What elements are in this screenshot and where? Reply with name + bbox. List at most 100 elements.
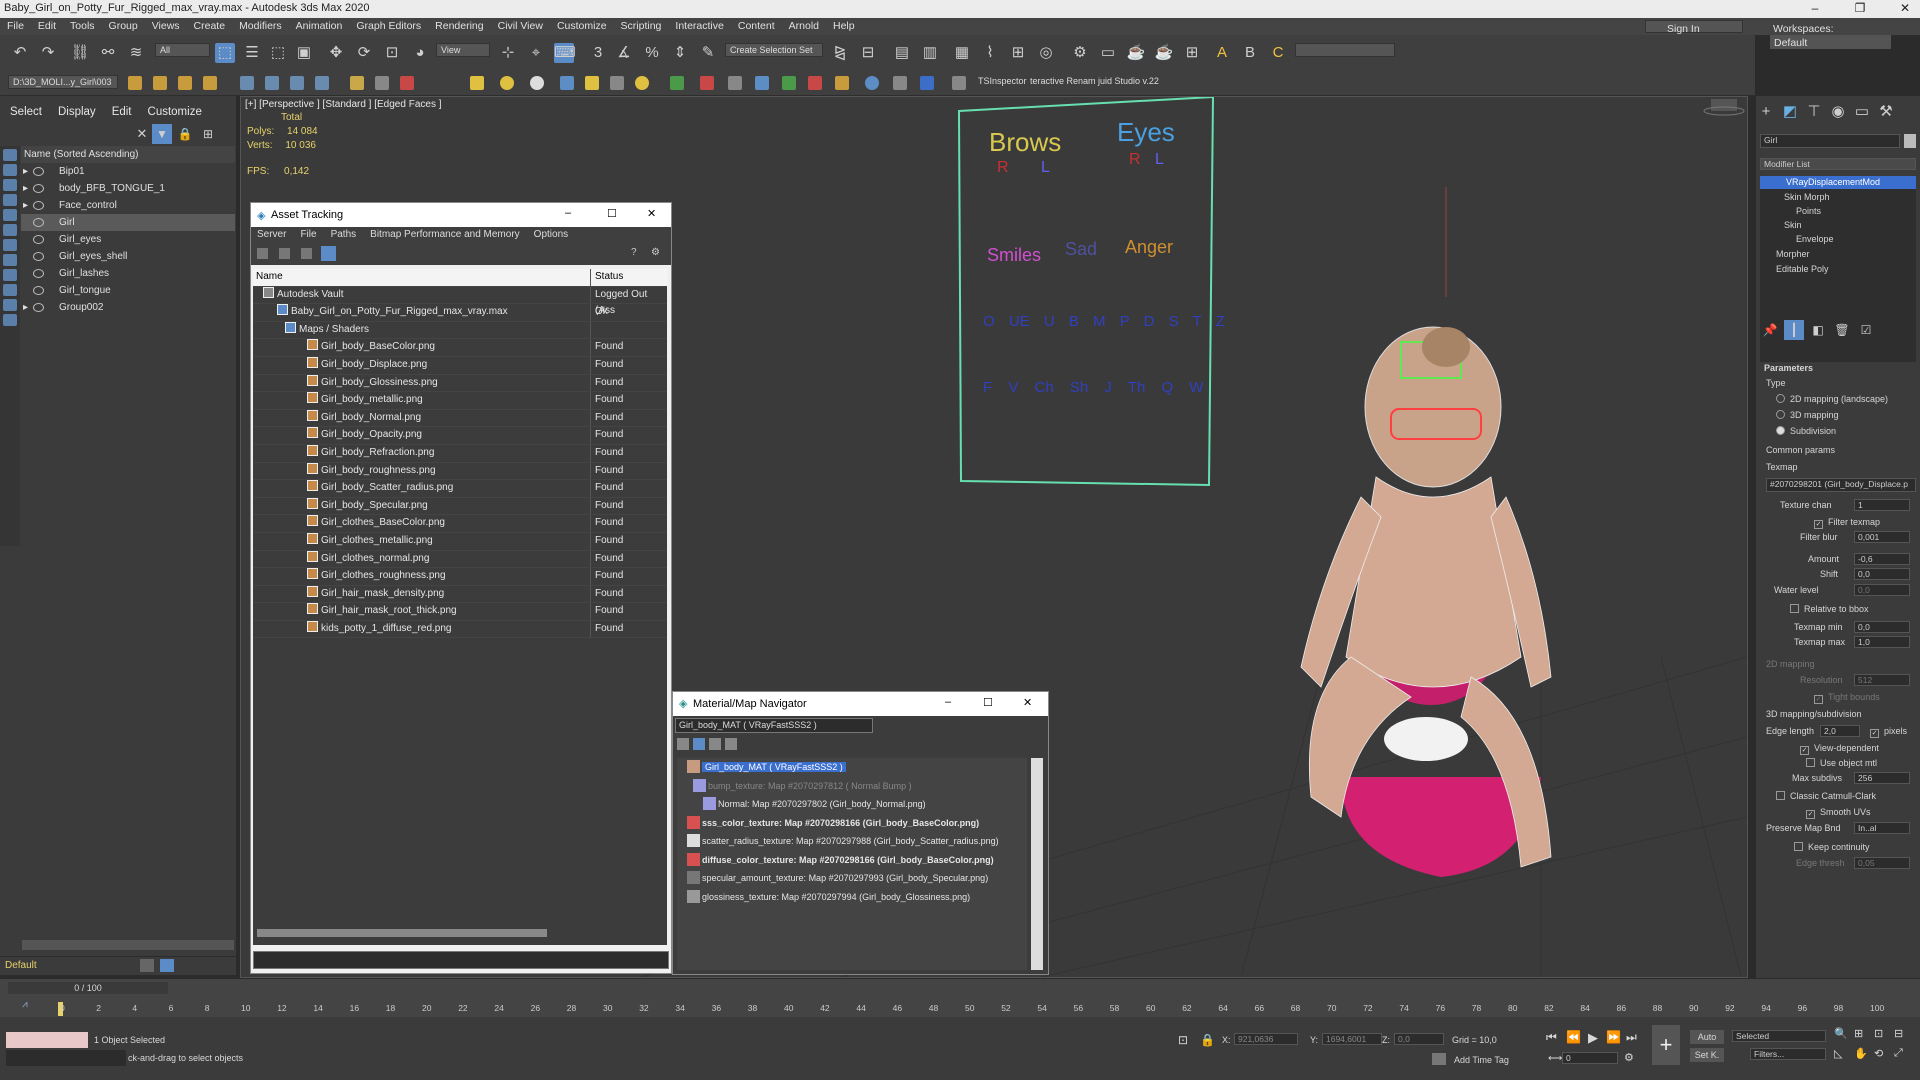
view-dependent-checkbox[interactable]: ✓ View-dependent [1800,743,1879,755]
tool-icon-14[interactable] [755,76,769,90]
texture-chan-spinner[interactable]: 1 [1854,499,1910,511]
asset-row[interactable]: Maps / Shaders [253,321,667,340]
filter-icon[interactable]: ▼ [152,124,172,144]
selection-lock-icon[interactable]: 🔒 [1200,1033,1215,1047]
scale-icon[interactable]: ⊡ [382,43,402,63]
tool-icon-8[interactable] [560,76,574,90]
window-crossing-icon[interactable]: ▣ [294,43,314,63]
edit-named-selection-icon[interactable]: ✎ [698,43,718,63]
material-vertical-scrollbar[interactable] [1031,758,1043,970]
layer-settings-icon[interactable] [160,959,174,972]
tree-item[interactable]: Girl_tongue [21,282,235,299]
tree-header[interactable]: Name (Sorted Ascending) [21,146,235,163]
renamer-label[interactable]: teractive Renam juid Studio v.22 [1030,76,1159,86]
workspaces-value[interactable]: Default [1770,35,1891,49]
asset-row[interactable]: Girl_body_Normal.png Found [253,409,667,428]
tab-select[interactable]: Select [10,106,42,118]
minimize-icon[interactable]: – [945,696,951,708]
set-key-button[interactable]: Set K. [1690,1048,1724,1062]
eye-icon[interactable] [33,252,44,261]
utilities-tab-icon[interactable]: ⚒ [1876,102,1896,122]
asset-row[interactable]: Girl_body_Specular.png Found [253,497,667,516]
material-root-row[interactable]: Girl_body_MAT ( VRayFastSSS2 ) [677,758,1027,777]
current-layer[interactable]: Default [5,960,37,971]
tree-item[interactable]: ▸ Group002 [21,299,235,316]
expand-arrow-icon[interactable]: ▸ [23,197,28,214]
keyboard-shortcut-override-icon[interactable]: ⌨ [554,43,576,63]
filter-xrefs-icon[interactable] [3,254,17,266]
close-icon[interactable]: ✕ [647,207,656,220]
asset-row[interactable]: Girl_body_Glossiness.png Found [253,374,667,393]
tool-icon-6[interactable] [375,76,389,90]
filter-texmap-checkbox[interactable]: ✓ Filter texmap [1814,517,1880,529]
menu-file[interactable]: File [0,18,31,32]
key-filters-button[interactable]: Filters... [1750,1048,1826,1060]
move-icon[interactable]: ✥ [326,43,346,63]
show-end-result-icon[interactable]: ┃ [1784,320,1804,340]
tool-icon-10[interactable] [610,76,624,90]
tsinspector-label[interactable]: TSInspector [978,76,1027,86]
radio-subdivision[interactable]: Subdivision [1776,426,1836,436]
zoom-extents-icon[interactable]: ⊡ [1874,1027,1883,1040]
menu-help[interactable]: Help [826,18,862,32]
select-by-name-icon[interactable]: ☰ [242,43,262,63]
hierarchy-tab-icon[interactable]: ⊤ [1804,102,1824,122]
curve-editor-icon[interactable]: ⌇ [980,43,1000,63]
tight-bounds-checkbox[interactable]: ✓ Tight bounds [1814,692,1880,704]
menu-views[interactable]: Views [145,18,187,32]
sun-icon[interactable] [635,76,649,90]
filter-frozen-icon[interactable] [3,299,17,311]
checkin-icon[interactable] [301,248,312,259]
workspaces-selector[interactable]: Workspaces:Default [1766,21,1920,49]
water-level-spinner[interactable]: 0,0 [1854,584,1910,596]
column-status-header[interactable]: Status [595,269,623,285]
placement-icon[interactable]: ◕ [410,43,430,63]
menu-scripting[interactable]: Scripting [614,18,669,32]
filter-lights-icon[interactable] [3,179,17,191]
explorer-scrollbar[interactable] [22,940,234,950]
menu-bitmap-performance[interactable]: Bitmap Performance and Memory [370,229,520,240]
asset-row[interactable]: Girl_hair_mask_density.png Found [253,585,667,604]
material-navigator-titlebar[interactable]: ◈ Material/Map Navigator – ☐ ✕ [673,692,1048,716]
texmap-max-spinner[interactable]: 1,0 [1854,636,1910,648]
filter-hidden-icon[interactable] [3,314,17,326]
asset-row[interactable]: Baby_Girl_on_Potty_Fur_Rigged_max_vray.m… [253,304,667,322]
tool-icon-2[interactable] [265,76,279,90]
current-frame-spinner[interactable]: 0 [1562,1052,1618,1064]
light-icon-2[interactable] [500,76,514,90]
open-folder-icon[interactable] [153,76,167,90]
menu-arnold[interactable]: Arnold [782,18,826,32]
toggle-layer-explorer-icon[interactable]: ▥ [920,43,940,63]
align-icon[interactable]: ⊟ [858,43,878,63]
eye-icon[interactable] [33,303,44,312]
menu-animation[interactable]: Animation [289,18,350,32]
filter-containers-icon[interactable] [3,284,17,296]
rendered-frame-window-icon[interactable]: ▭ [1098,43,1118,63]
modifier-list-dropdown[interactable]: Modifier List [1760,158,1916,170]
tree-item[interactable]: Girl_lashes [21,265,235,282]
mirror-icon[interactable]: ⧎ [830,43,850,63]
reference-coordinate-dropdown[interactable]: View [436,43,490,57]
select-object-icon[interactable]: ⬚ [215,43,235,63]
filter-helpers-icon[interactable] [3,209,17,221]
tab-customize[interactable]: Customize [148,106,202,118]
close-button[interactable]: ✕ [1890,1,1920,15]
eye-icon[interactable] [33,235,44,244]
pan-icon[interactable]: ✋ [1854,1047,1868,1060]
menu-content[interactable]: Content [731,18,782,32]
snaps-toggle-icon[interactable]: 3 [588,43,608,63]
archive-icon[interactable] [203,76,217,90]
asset-row[interactable]: Girl_body_Refraction.png Found [253,444,667,463]
view-large-icons-icon[interactable] [725,738,737,750]
asset-row[interactable]: Autodesk Vault Logged Out (Ass [253,286,667,316]
tool-icon-18[interactable] [865,76,879,90]
menu-tools[interactable]: Tools [63,18,102,32]
filter-blur-spinner[interactable]: 0,001 [1854,531,1910,543]
stack-item-vraydisplacementmod[interactable]: VRayDisplacementMod [1760,176,1916,189]
motion-tab-icon[interactable]: ◉ [1828,102,1848,122]
radio-2d-mapping[interactable]: 2D mapping (landscape) [1776,394,1888,404]
column-name-header[interactable]: Name [253,269,591,286]
use-object-mtl-checkbox[interactable]: Use object mtl [1806,758,1877,768]
previous-frame-icon[interactable]: ⏪ [1566,1030,1581,1044]
menu-graph-editors[interactable]: Graph Editors [349,18,428,32]
